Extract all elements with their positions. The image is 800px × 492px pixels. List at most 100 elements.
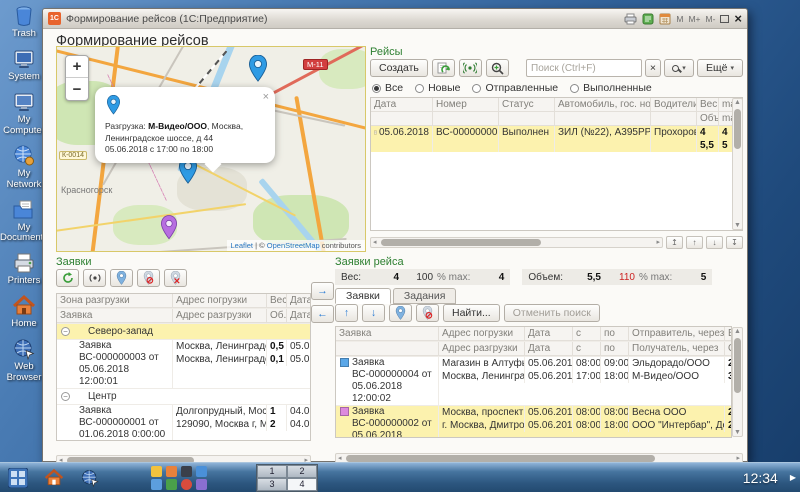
desktop-icon-system[interactable]: System (0, 47, 48, 83)
trip-row[interactable]: Заявка ВС-000000004 от 05.06.2018 12:00:… (336, 357, 731, 406)
tray-icon[interactable] (196, 466, 207, 477)
trip-vertical-scrollbar[interactable]: ▲ ▼ (732, 327, 743, 437)
flights-row[interactable]: 05.06.2018 ВС-000000001 Выполнен ЗИЛ (№2… (371, 126, 742, 152)
workspace-4[interactable]: 4 (287, 478, 317, 491)
requests-table-header[interactable]: Зона разгрузки Адрес погрузкиВесДата (57, 294, 310, 309)
desktop-icon-label: Web Browser (0, 362, 48, 384)
map-marker-purple[interactable] (161, 215, 177, 240)
tray-icon[interactable] (166, 466, 177, 477)
filter-radio-sent[interactable]: Отправленные (472, 82, 558, 94)
chevron-down-icon: ▾ (682, 64, 686, 72)
page-down-button[interactable]: ↓ (706, 236, 723, 249)
desktop-icon-web-browser[interactable]: Web Browser (0, 337, 48, 384)
print-icon[interactable] (624, 13, 637, 25)
filter-radio-all[interactable]: Все (372, 82, 403, 94)
tab-tasks[interactable]: Задания (393, 288, 457, 304)
memory-m-plus-button[interactable]: М+ (688, 14, 700, 24)
tray-icon[interactable] (181, 466, 192, 477)
desktop-icon-my-computer[interactable]: My Computer (0, 90, 48, 137)
go-last-button[interactable]: ↧ (726, 236, 743, 249)
collapse-icon[interactable]: − (61, 392, 70, 401)
hide-pin-button[interactable] (416, 304, 439, 322)
taskbar-browser-button[interactable] (80, 468, 100, 488)
show-on-map-button[interactable] (389, 304, 412, 322)
flights-horizontal-scrollbar[interactable]: ◂ ▸ (370, 237, 663, 248)
page-up-button[interactable]: ↑ (686, 236, 703, 249)
tray-icon[interactable] (151, 479, 162, 490)
scroll-left-icon: ◂ (373, 238, 377, 247)
filter-radio-new[interactable]: Новые (415, 82, 460, 94)
zoom-out-button[interactable]: − (66, 78, 88, 100)
workspace-3[interactable]: 3 (257, 478, 287, 491)
tray-icon[interactable] (151, 466, 162, 477)
memory-m-button[interactable]: М (676, 14, 683, 24)
requests-row[interactable]: Заявка ВС-000000001 от 01.06.2018 0:00:0… (57, 405, 310, 441)
show-on-map-button[interactable] (110, 269, 133, 287)
zoom-in-button[interactable]: + (66, 56, 88, 78)
desktop-icon-my-network[interactable]: My Network (0, 144, 48, 191)
close-button[interactable]: × (734, 12, 742, 25)
more-button[interactable]: Ещё▾ (697, 59, 743, 77)
search-input[interactable] (526, 59, 642, 77)
refresh-button[interactable] (56, 269, 79, 287)
popup-close-icon[interactable]: × (263, 90, 269, 105)
radio-signal-icon (88, 272, 102, 284)
add-to-trip-button[interactable]: → (311, 282, 334, 300)
hide-pin-button[interactable] (137, 269, 160, 287)
map[interactable]: Химки Красногорск М-11 К-0014 + − × Разг… (56, 46, 366, 252)
tray-icon[interactable] (166, 479, 177, 490)
flights-table-header[interactable]: ДатаНомер СтатусАвтомобиль, гос. номер В… (371, 98, 742, 126)
search-icon (672, 65, 679, 72)
collapse-icon[interactable]: − (61, 327, 70, 336)
desktop-icon-my-documents[interactable]: My Documents (0, 198, 48, 245)
cancel-search-button[interactable]: Отменить поиск (504, 304, 600, 322)
workspace-1[interactable]: 1 (257, 465, 287, 478)
calendar-icon[interactable] (659, 13, 671, 25)
map-scale-button[interactable] (486, 59, 509, 77)
find-button[interactable]: Найти... (443, 304, 500, 322)
osm-link[interactable]: OpenStreetMap (267, 241, 320, 250)
refresh-icon (62, 272, 74, 284)
map-marker-blue[interactable] (249, 55, 267, 82)
move-down-button[interactable]: ↓ (362, 304, 385, 322)
requests-row[interactable]: Заявка ВС-000000003 от 05.06.2018 12:00:… (57, 340, 310, 389)
taskbar-home-button[interactable] (44, 468, 64, 488)
volume-percent: 110 (605, 272, 635, 283)
requests-group-row[interactable]: − Северо-запад (57, 324, 310, 340)
scroll-right-icon: ▸ (656, 238, 660, 247)
memory-m-minus-button[interactable]: М- (705, 14, 715, 24)
tray-icon[interactable] (196, 479, 207, 490)
weight-summary: Вес: 4 100 % max: 4 (335, 269, 510, 285)
documents-folder-icon (12, 198, 36, 222)
tray-icon[interactable] (181, 479, 192, 490)
requests-group-row[interactable]: − Центр (57, 389, 310, 405)
desktop-icon-home[interactable]: Home (0, 294, 48, 330)
window-titlebar[interactable]: 1С Формирование рейсов (1С:Предприятие) … (43, 9, 747, 29)
taskbar-expand-icon[interactable]: ▶ (790, 473, 796, 482)
search-clear-button[interactable]: × (645, 59, 661, 77)
search-button[interactable]: ▾ (664, 59, 694, 77)
desktop-icon-printers[interactable]: Printers (0, 251, 48, 287)
trip-table-header[interactable]: Заявка Адрес погрузкиДатаспоОтправитель,… (336, 327, 731, 342)
desktop-icon-trash[interactable]: Trash (0, 4, 48, 40)
tab-requests[interactable]: Заявки (335, 288, 391, 304)
workspace-2[interactable]: 2 (287, 465, 317, 478)
maximize-button[interactable] (720, 15, 729, 23)
hide-all-pins-button[interactable] (164, 269, 187, 287)
leaflet-link[interactable]: Leaflet (231, 241, 254, 250)
system-tray (150, 465, 210, 491)
flights-panel: Рейсы Создать × ▾ Ещё▾ Все Новые Отправл… (370, 46, 743, 252)
remove-from-trip-button[interactable]: ← (311, 305, 334, 323)
create-by-copy-button[interactable] (432, 59, 455, 77)
trip-row-selected[interactable]: Заявка ВС-000000002 от 05.06.2018 12:00:… (336, 406, 731, 438)
monitoring-button[interactable] (459, 59, 482, 77)
printer-icon (12, 251, 36, 275)
green-note-icon[interactable] (642, 13, 654, 25)
filter-radio-done[interactable]: Выполненные (570, 82, 652, 94)
flights-vertical-scrollbar[interactable]: ▲ ▼ (732, 98, 743, 230)
go-first-button[interactable]: ↥ (666, 236, 683, 249)
move-up-button[interactable]: ↑ (335, 304, 358, 322)
start-menu-button[interactable] (8, 468, 28, 488)
monitoring-button[interactable] (83, 269, 106, 287)
create-button[interactable]: Создать (370, 59, 428, 77)
